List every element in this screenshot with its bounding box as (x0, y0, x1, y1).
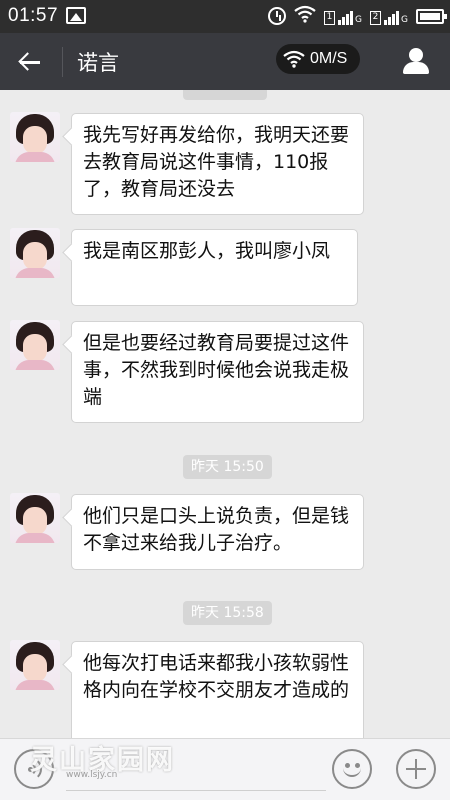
back-arrow-icon[interactable] (10, 43, 50, 81)
chat-header: 诺言 0M/S (0, 33, 450, 90)
status-time: 01:57 (8, 5, 59, 26)
more-options-plus-icon[interactable] (396, 749, 436, 789)
time-separator: 昨天 15:58 (183, 601, 272, 625)
contact-avatar[interactable] (10, 640, 60, 690)
sim1-signal-icon: 1 G (324, 7, 362, 25)
time-separator-partial (183, 90, 267, 100)
message-bubble[interactable]: 我是南区那彭人，我叫廖小凤 (71, 229, 358, 306)
contact-avatar[interactable] (10, 112, 60, 162)
battery-icon (416, 8, 447, 24)
voice-input-icon[interactable] (14, 749, 54, 789)
chat-title: 诺言 (77, 51, 119, 75)
emoji-icon[interactable] (332, 749, 372, 789)
contact-avatar[interactable] (10, 228, 60, 278)
network-speed-text: 0M/S (310, 50, 348, 67)
image-notification-icon (66, 7, 86, 24)
chat-message-list[interactable]: 我先写好再发给你，我明天还要去教育局说这件事情，110报了，教育局还没去 我是南… (0, 90, 450, 738)
time-separator: 昨天 15:50 (183, 455, 272, 479)
network-speed-indicator: 0M/S (276, 44, 360, 74)
message-bubble[interactable]: 我先写好再发给你，我明天还要去教育局说这件事情，110报了，教育局还没去 (71, 113, 364, 215)
contact-profile-icon[interactable] (400, 45, 432, 77)
wifi-icon (283, 49, 305, 69)
alarm-icon (268, 7, 287, 25)
status-bar: 01:57 1 G 2 G (0, 0, 450, 33)
sim2-signal-icon: 2 G (370, 7, 408, 25)
chat-input-bar (0, 738, 450, 800)
wifi-status-icon (294, 5, 316, 27)
header-divider (62, 47, 63, 77)
message-bubble[interactable]: 他每次打电话来都我小孩软弱性格内向在学校不交朋友才造成的 (71, 641, 364, 738)
contact-avatar[interactable] (10, 493, 60, 543)
message-input[interactable] (66, 749, 326, 791)
message-bubble[interactable]: 他们只是口头上说负责，但是钱不拿过来给我儿子治疗。 (71, 494, 364, 570)
contact-avatar[interactable] (10, 320, 60, 370)
status-icons: 1 G 2 G (268, 4, 447, 28)
message-bubble[interactable]: 但是也要经过教育局要提过这件事，不然我到时候他会说我走极端 (71, 321, 364, 423)
